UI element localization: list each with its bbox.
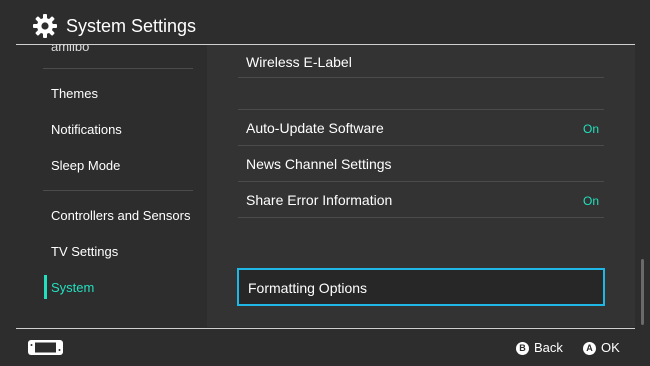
- sidebar-divider: [43, 190, 193, 191]
- list-item-formatting-options[interactable]: Formatting Options: [237, 268, 605, 306]
- ok-label: OK: [601, 340, 620, 355]
- row-divider: [238, 77, 604, 78]
- console-icon: [28, 340, 63, 355]
- list-item-share-error-information[interactable]: Share Error Information On: [238, 182, 604, 217]
- row-label: Auto-Update Software: [246, 120, 384, 136]
- row-divider: [238, 217, 604, 218]
- sidebar-item-themes[interactable]: Themes: [51, 86, 98, 102]
- status-value: On: [582, 194, 599, 208]
- gear-icon: [33, 14, 57, 38]
- header: System Settings: [0, 0, 650, 44]
- sidebar-item-notifications[interactable]: Notifications: [51, 122, 122, 138]
- sidebar-item-system[interactable]: System: [51, 280, 94, 296]
- row-label: Share Error Information: [246, 192, 393, 208]
- sidebar-item-tv-settings[interactable]: TV Settings: [51, 244, 118, 260]
- scrollbar[interactable]: [641, 45, 644, 327]
- sidebar-item-sleep-mode[interactable]: Sleep Mode: [51, 158, 120, 174]
- list-item-news-channel-settings[interactable]: News Channel Settings: [238, 146, 604, 181]
- list-item-wireless-e-label[interactable]: Wireless E-Label: [238, 51, 604, 77]
- b-button-icon: B: [516, 342, 529, 355]
- scrollbar-thumb[interactable]: [641, 259, 644, 325]
- row-label: Formatting Options: [248, 280, 368, 296]
- back-label: Back: [534, 340, 563, 355]
- status-value: On: [582, 122, 599, 136]
- active-indicator: [44, 275, 47, 299]
- row-label: News Channel Settings: [246, 156, 392, 172]
- sidebar-divider: [43, 68, 193, 69]
- row-label: Wireless E-Label: [246, 54, 352, 70]
- page-title: System Settings: [66, 16, 197, 36]
- sidebar-item-controllers-and-sensors[interactable]: Controllers and Sensors: [51, 208, 190, 224]
- ok-button[interactable]: A OK: [583, 340, 620, 356]
- sidebar: amiibo Themes Notifications Sleep Mode C…: [0, 45, 207, 327]
- back-button[interactable]: B Back: [516, 340, 563, 356]
- a-button-icon: A: [583, 342, 596, 355]
- list-item-auto-update-software[interactable]: Auto-Update Software On: [238, 110, 604, 146]
- footer: B Back A OK: [0, 329, 650, 366]
- sidebar-item-amiibo[interactable]: amiibo: [51, 45, 89, 55]
